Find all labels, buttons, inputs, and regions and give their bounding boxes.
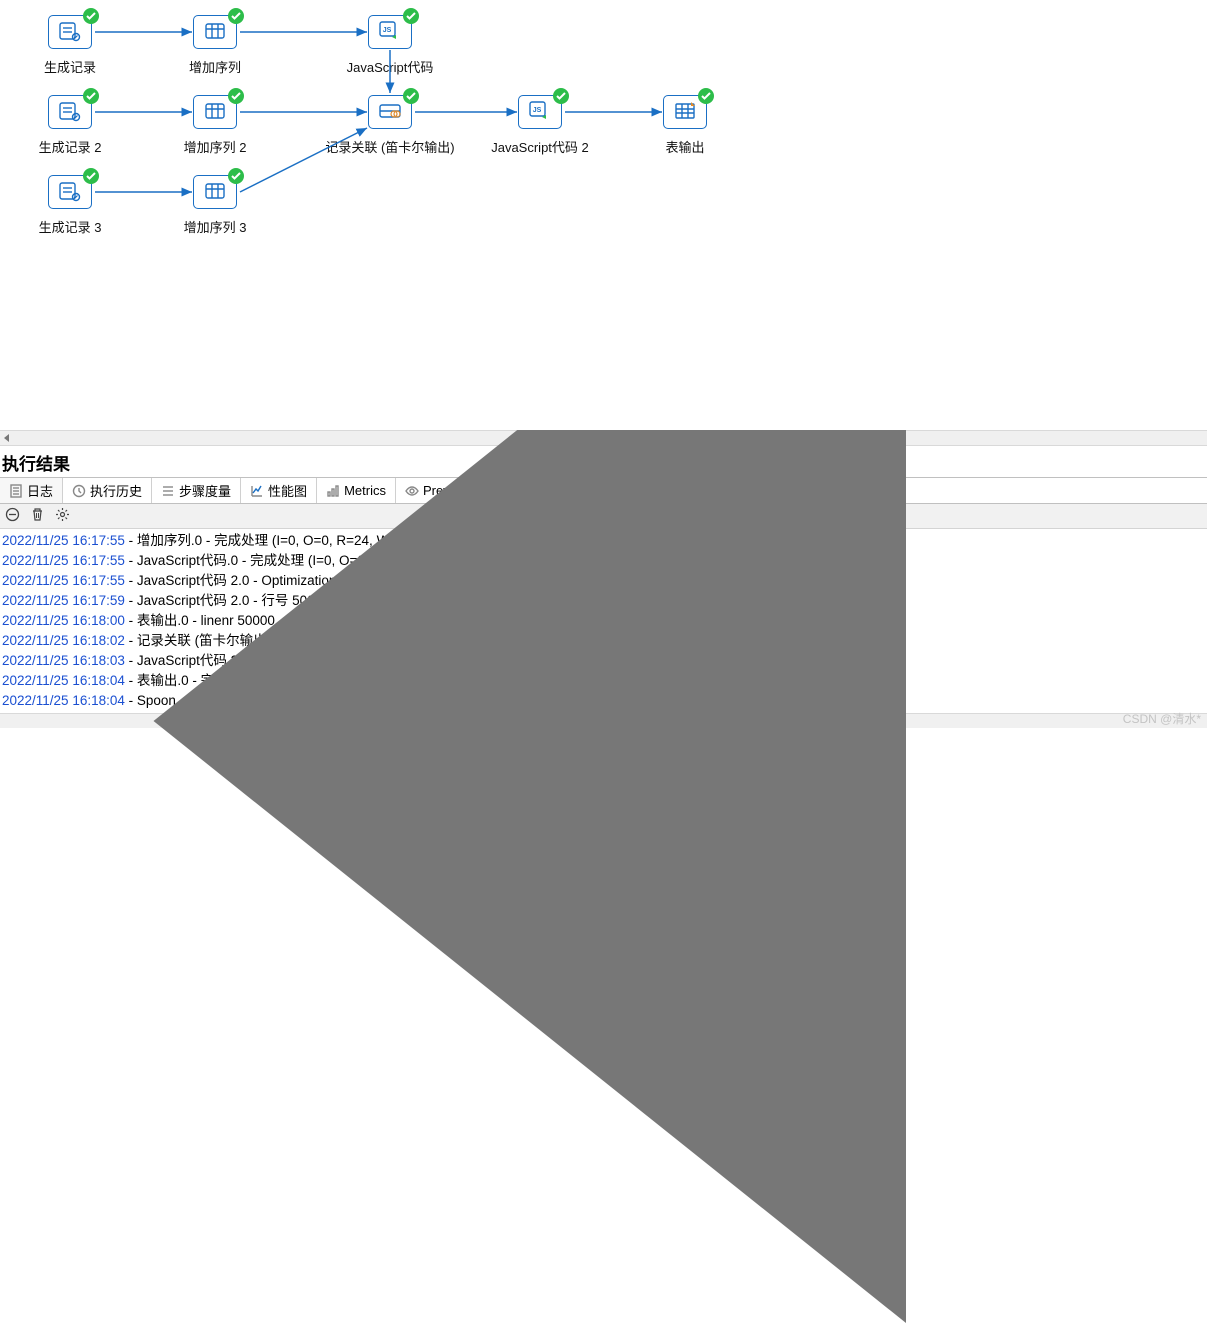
- node-label: JavaScript代码 2: [491, 137, 589, 156]
- node-generate-records-3[interactable]: 生成记录 3: [10, 175, 130, 236]
- node-add-sequence-3[interactable]: 增加序列 3: [155, 175, 275, 236]
- check-icon: [83, 168, 99, 184]
- bottom-scroll[interactable]: [0, 713, 1207, 728]
- node-label: 增加序列 2: [184, 137, 247, 156]
- node-label: 增加序列 3: [184, 217, 247, 236]
- node-js[interactable]: JS JavaScript代码: [330, 15, 450, 76]
- node-generate-records[interactable]: 生成记录: [10, 15, 130, 76]
- node-label: JavaScript代码: [347, 57, 434, 76]
- node-label: 表输出: [665, 137, 704, 156]
- check-icon: [228, 88, 244, 104]
- flow-canvas[interactable]: 生成记录 增加序列 JS JavaScript代码 生成记录 2 增加序列 2 …: [0, 0, 1207, 430]
- node-label: 记录关联 (笛卡尔输出): [325, 137, 454, 156]
- node-generate-records-2[interactable]: 生成记录 2: [10, 95, 130, 156]
- check-icon: [403, 8, 419, 24]
- node-label: 生成记录 3: [39, 217, 102, 236]
- node-label: 生成记录 2: [39, 137, 102, 156]
- node-label: 增加序列: [189, 57, 241, 76]
- check-icon: [83, 8, 99, 24]
- node-label: 生成记录: [44, 57, 96, 76]
- svg-text:JS: JS: [383, 27, 392, 34]
- node-table-output[interactable]: 表输出: [625, 95, 745, 156]
- svg-text:JS: JS: [533, 107, 542, 114]
- node-add-sequence-2[interactable]: 增加序列 2: [155, 95, 275, 156]
- check-icon: [228, 8, 244, 24]
- node-js-2[interactable]: JS JavaScript代码 2: [480, 95, 600, 156]
- check-icon: [553, 88, 569, 104]
- node-add-sequence[interactable]: 增加序列: [155, 15, 275, 76]
- watermark: CSDN @清水*: [1123, 710, 1201, 727]
- check-icon: [403, 88, 419, 104]
- check-icon: [83, 88, 99, 104]
- check-icon: [228, 168, 244, 184]
- node-join[interactable]: 记录关联 (笛卡尔输出): [330, 95, 450, 156]
- check-icon: [698, 88, 714, 104]
